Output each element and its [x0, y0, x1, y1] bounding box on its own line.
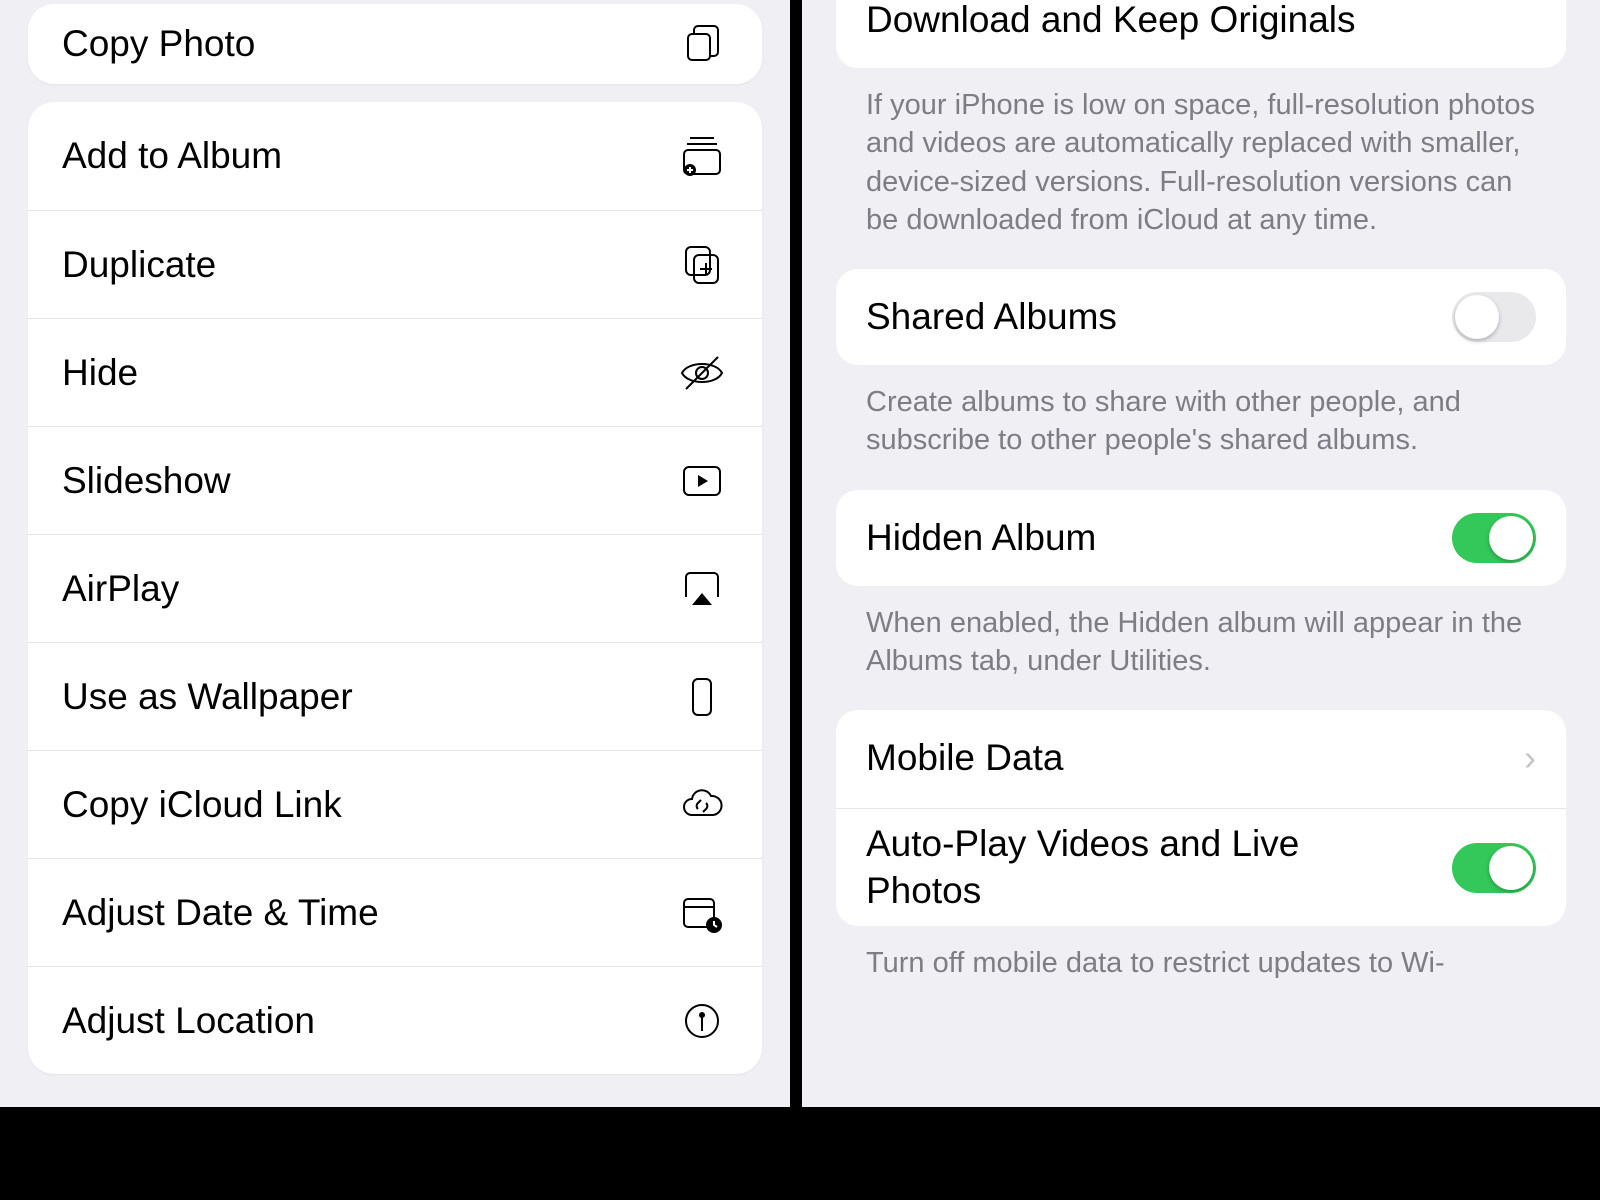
download-originals-footer: If your iPhone is low on space, full-res… [836, 68, 1566, 269]
shared-albums-toggle[interactable] [1452, 292, 1536, 342]
duplicate-row[interactable]: Duplicate [28, 210, 762, 318]
use-as-wallpaper-row[interactable]: Use as Wallpaper [28, 642, 762, 750]
copy-icloud-link-row[interactable]: Copy iCloud Link [28, 750, 762, 858]
adjust-date-time-row[interactable]: Adjust Date & Time [28, 858, 762, 966]
add-to-album-icon [678, 132, 726, 180]
adjust-location-label: Adjust Location [62, 1000, 315, 1042]
hide-icon [678, 349, 726, 397]
location-pin-icon [678, 997, 726, 1045]
copy-icloud-link-label: Copy iCloud Link [62, 784, 342, 826]
hide-label: Hide [62, 352, 138, 394]
adjust-location-row[interactable]: Adjust Location [28, 966, 762, 1074]
shared-albums-label: Shared Albums [866, 296, 1117, 338]
airplay-row[interactable]: AirPlay [28, 534, 762, 642]
hidden-album-toggle[interactable] [1452, 513, 1536, 563]
autoplay-row[interactable]: Auto-Play Videos and Live Photos [836, 808, 1566, 926]
add-to-album-row[interactable]: Add to Album [28, 102, 762, 210]
hidden-album-row[interactable]: Hidden Album [836, 490, 1566, 586]
hidden-album-label: Hidden Album [866, 517, 1096, 559]
airplay-label: AirPlay [62, 568, 179, 610]
copy-photo-label: Copy Photo [62, 23, 255, 65]
adjust-date-time-label: Adjust Date & Time [62, 892, 379, 934]
shared-albums-footer: Create albums to share with other people… [836, 365, 1566, 490]
copy-icon [678, 20, 726, 68]
slideshow-row[interactable]: Slideshow [28, 426, 762, 534]
play-icon [678, 457, 726, 505]
hidden-album-footer: When enabled, the Hidden album will appe… [836, 586, 1566, 711]
autoplay-label: Auto-Play Videos and Live Photos [866, 821, 1346, 914]
duplicate-label: Duplicate [62, 244, 216, 286]
autoplay-footer: Turn off mobile data to restrict updates… [836, 926, 1566, 982]
autoplay-toggle[interactable] [1452, 843, 1536, 893]
chevron-right-icon: › [1524, 737, 1536, 779]
phone-icon [678, 673, 726, 721]
photos-settings: Download and Keep Originals If your iPho… [802, 0, 1600, 1107]
mobile-data-row[interactable]: Mobile Data › [836, 710, 1566, 806]
shared-albums-row[interactable]: Shared Albums [836, 269, 1566, 365]
add-to-album-label: Add to Album [62, 135, 282, 177]
mobile-data-label: Mobile Data [866, 737, 1063, 779]
hide-row[interactable]: Hide [28, 318, 762, 426]
photo-actions-menu: Copy Photo Add to Album [0, 0, 790, 1107]
copy-photo-row[interactable]: Copy Photo [28, 4, 762, 84]
duplicate-icon [678, 241, 726, 289]
cloud-link-icon [678, 781, 726, 829]
download-originals-label: Download and Keep Originals [866, 0, 1356, 41]
airplay-icon [678, 565, 726, 613]
download-originals-row[interactable]: Download and Keep Originals [836, 0, 1566, 68]
use-as-wallpaper-label: Use as Wallpaper [62, 676, 353, 718]
slideshow-label: Slideshow [62, 460, 231, 502]
calendar-clock-icon [678, 889, 726, 937]
